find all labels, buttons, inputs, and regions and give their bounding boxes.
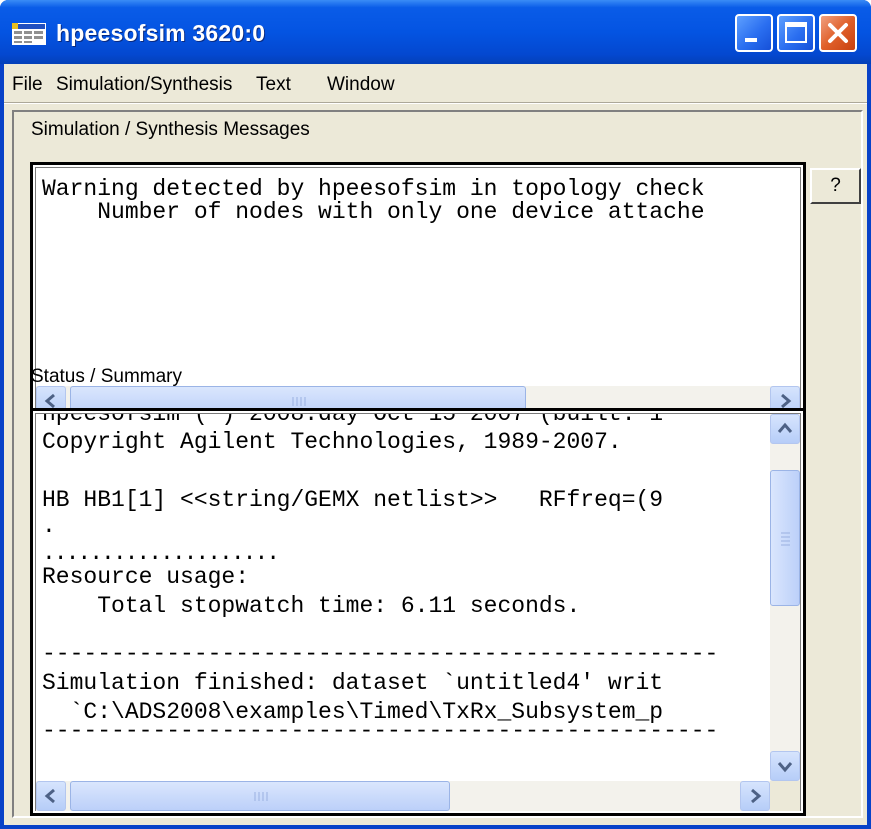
status-line: HB HB1[1] <<string/GEMX netlist>> RFfreq… [42,487,664,513]
minimize-button[interactable] [735,14,773,52]
arrow-up-icon [777,422,793,433]
status-line: . [42,513,56,539]
status-line: ----------------------------------------… [42,641,719,667]
menu-bar: File Simulation/Synthesis Text Window [4,68,867,102]
window-title: hpeesofsim 3620:0 [56,20,266,46]
close-button[interactable] [819,14,857,52]
scroll-right-button[interactable] [740,781,770,811]
status-line: ----------------------------------------… [42,718,719,744]
maximize-button[interactable] [777,14,815,52]
messages-line: Number of nodes with only one device att… [42,199,705,225]
status-line: Simulation finished: dataset `untitled4'… [42,670,664,696]
menu-window[interactable]: Window [327,74,395,96]
status-panel: hpeesofsim (*) 2008.day Oct 15 2007 (bui… [30,408,806,816]
scroll-thumb[interactable] [770,470,800,606]
status-line: Copyright Agilent Technologies, 1989-200… [42,429,622,455]
title-bar[interactable]: hpeesofsim 3620:0 [0,0,871,64]
scroll-up-button[interactable] [770,414,800,444]
minimize-icon [745,38,757,42]
scroll-left-button[interactable] [36,781,66,811]
arrow-left-icon [44,788,55,804]
grip-icon [781,532,790,546]
scroll-down-button[interactable] [770,751,800,781]
app-grid-icon [12,23,46,45]
scroll-corner [770,781,800,811]
status-line: Total stopwatch time: 6.11 seconds. [42,593,581,619]
status-vertical-scrollbar[interactable] [770,414,800,781]
app-window: hpeesofsim 3620:0 File Simulation/Synthe… [0,0,871,829]
menu-file[interactable]: File [12,74,43,96]
status-label: Status / Summary [31,366,182,387]
status-line: Resource usage: [42,564,250,590]
menu-simulation-synthesis[interactable]: Simulation/Synthesis [56,74,232,96]
maximize-icon [785,22,807,43]
arrow-right-icon [751,788,762,804]
help-button[interactable]: ? [810,168,861,204]
status-text-area[interactable]: hpeesofsim (*) 2008.day Oct 15 2007 (bui… [36,414,770,781]
status-horizontal-scrollbar[interactable] [36,781,770,811]
menu-text[interactable]: Text [256,74,291,96]
close-icon [828,23,848,43]
scroll-thumb[interactable] [70,781,450,811]
messages-label: Simulation / Synthesis Messages [31,119,310,140]
grip-icon [254,792,268,801]
arrow-down-icon [777,762,793,773]
client-area: File Simulation/Synthesis Text Window Si… [4,64,867,825]
menu-divider [4,102,867,104]
status-line: hpeesofsim (*) 2008.day Oct 15 2007 (bui… [42,414,664,427]
